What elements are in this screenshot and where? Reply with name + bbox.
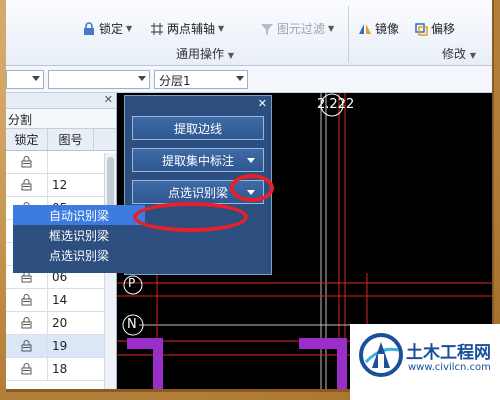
logo-icon bbox=[359, 333, 403, 377]
table-header: 锁定 图号 bbox=[6, 129, 116, 151]
drawing-number bbox=[48, 151, 94, 173]
table-row[interactable]: 19 bbox=[6, 335, 116, 358]
extract-edge-button[interactable]: 提取边线 bbox=[132, 116, 264, 140]
lock-icon[interactable] bbox=[6, 335, 48, 357]
panel-header: ✕ bbox=[6, 93, 116, 109]
offset-button[interactable]: 偏移 bbox=[414, 20, 455, 37]
drawing-number: 14 bbox=[52, 293, 68, 307]
mirror-button[interactable]: 镜像 bbox=[358, 20, 399, 37]
chevron-down-icon: ▼ bbox=[469, 51, 476, 60]
watermark: 土木工程网 www.civilcn.com bbox=[350, 324, 500, 400]
menu-item-box-identify[interactable]: 框选识别梁 bbox=[13, 225, 145, 245]
element-filter-button[interactable]: 图元过滤 ▼ bbox=[260, 20, 334, 37]
close-icon[interactable]: ✕ bbox=[104, 93, 113, 106]
table-row[interactable]: 14 bbox=[6, 289, 116, 312]
table-row[interactable] bbox=[6, 151, 116, 174]
lock-icon bbox=[82, 21, 96, 36]
close-icon[interactable]: ✕ bbox=[258, 97, 267, 110]
lock-icon[interactable] bbox=[6, 289, 48, 311]
chevron-down-icon bbox=[32, 76, 40, 81]
table-row[interactable]: 20 bbox=[6, 312, 116, 335]
layer-select[interactable]: 分层1 bbox=[154, 70, 248, 89]
component-type-select[interactable] bbox=[48, 70, 150, 89]
table-row[interactable]: 18 bbox=[6, 358, 116, 381]
twopoint-axis-button[interactable]: 两点辅轴 ▼ bbox=[150, 20, 224, 37]
column-shape bbox=[299, 338, 347, 389]
toolbar: 分层1 bbox=[6, 66, 492, 93]
drawing-number: 12 bbox=[52, 178, 68, 192]
chevron-down-icon bbox=[138, 76, 146, 81]
group-modify[interactable]: 修改 ▼ bbox=[442, 45, 476, 62]
drawing-number: 18 bbox=[52, 362, 68, 376]
chevron-down-icon bbox=[236, 76, 244, 81]
split-tab[interactable]: 分割 bbox=[6, 109, 116, 129]
offset-icon bbox=[414, 22, 428, 36]
ribbon-separator bbox=[348, 6, 349, 62]
drawing-number: 20 bbox=[52, 316, 68, 330]
chevron-down-icon bbox=[247, 158, 255, 163]
chevron-down-icon: ▼ bbox=[328, 24, 335, 33]
axis-label-top: 2.222 bbox=[317, 97, 355, 112]
highlight-ring bbox=[230, 174, 274, 202]
drawing-number: 19 bbox=[52, 339, 68, 353]
filter-icon bbox=[260, 22, 274, 36]
lock-icon[interactable] bbox=[6, 312, 48, 334]
highlight-ring bbox=[133, 202, 248, 232]
lock-icon[interactable] bbox=[6, 174, 48, 196]
watermark-url: www.civilcn.com bbox=[408, 362, 491, 373]
chevron-down-icon: ▼ bbox=[126, 24, 133, 33]
group-common-operations[interactable]: 通用操作 ▼ bbox=[176, 45, 234, 62]
mirror-icon bbox=[358, 22, 372, 36]
grid-axis-icon bbox=[150, 22, 164, 36]
table-row[interactable]: 12 bbox=[6, 174, 116, 197]
extract-labels-button[interactable]: 提取集中标注 bbox=[132, 148, 264, 172]
chevron-down-icon: ▼ bbox=[227, 51, 234, 60]
axis-label-n: N bbox=[127, 317, 137, 332]
identify-dropdown-menu: 自动识别梁 框选识别梁 点选识别梁 bbox=[13, 205, 145, 273]
menu-item-auto-identify[interactable]: 自动识别梁 bbox=[13, 205, 145, 225]
chevron-down-icon: ▼ bbox=[218, 24, 225, 33]
col-lock-header: 锁定 bbox=[6, 129, 48, 150]
lock-icon[interactable] bbox=[6, 358, 48, 380]
floor-select[interactable] bbox=[6, 70, 44, 89]
watermark-title: 土木工程网 bbox=[406, 343, 491, 363]
lock-icon[interactable] bbox=[6, 151, 48, 173]
column-shape bbox=[127, 338, 163, 389]
col-num-header: 图号 bbox=[48, 129, 94, 150]
ribbon: 锁定 ▼ 两点辅轴 ▼ 图元过滤 ▼ 镜像 偏移 通用操作 ▼ 修改 ▼ bbox=[6, 0, 492, 66]
axis-label-p: P bbox=[128, 276, 136, 290]
lock-button[interactable]: 锁定 ▼ bbox=[82, 20, 132, 37]
menu-item-point-identify[interactable]: 点选识别梁 bbox=[13, 245, 145, 265]
